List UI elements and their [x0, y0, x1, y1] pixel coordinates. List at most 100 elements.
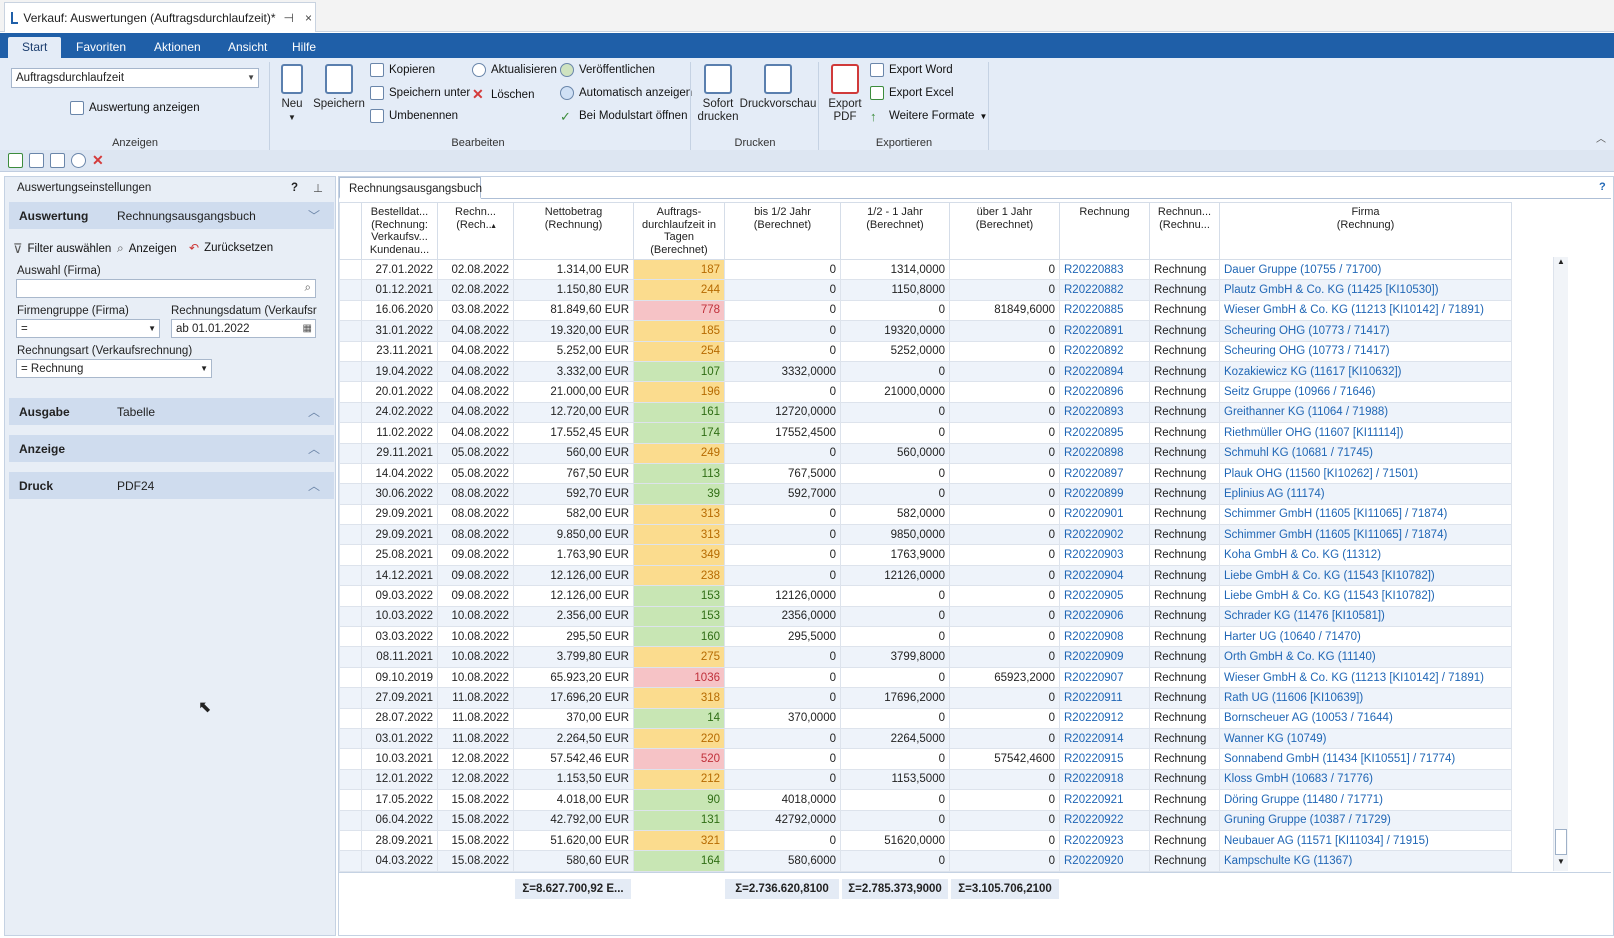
scroll-down-icon[interactable]: ▼: [1557, 857, 1565, 866]
row-indicator[interactable]: [339, 585, 362, 607]
invoice-number-link[interactable]: R20220920: [1059, 850, 1150, 872]
table-row[interactable]: 12.01.2022 12.08.2022 1.153,50 EUR 212 0 1153…: [339, 768, 1512, 791]
auto-show-button[interactable]: Automatisch anzeigen: [560, 86, 692, 100]
invoice-number-link[interactable]: R20220883: [1059, 258, 1150, 281]
tab-rechnungsausgangsbuch[interactable]: Rechnungsausgangsbuch: [339, 177, 482, 199]
section-auswertung[interactable]: Auswertung Rechnungsausgangsbuch ﹀: [9, 202, 334, 229]
table-row[interactable]: 03.03.2022 10.08.2022 295,50 EUR 160 295,500…: [339, 626, 1512, 648]
row-indicator[interactable]: [339, 524, 362, 546]
row-indicator[interactable]: [339, 789, 362, 811]
table-row[interactable]: 11.02.2022 04.08.2022 17.552,45 EUR 174 1755…: [339, 422, 1512, 444]
table-row[interactable]: 03.01.2022 11.08.2022 2.264,50 EUR 220 0 2264…: [339, 727, 1512, 750]
invoice-number-link[interactable]: R20220908: [1059, 626, 1150, 648]
company-link[interactable]: Döring Gruppe (11480 / 71771): [1219, 789, 1512, 811]
show-report-button[interactable]: Auswertung anzeigen: [70, 101, 200, 115]
row-indicator[interactable]: [339, 279, 362, 301]
row-indicator[interactable]: [339, 401, 362, 424]
invoice-number-link[interactable]: R20220893: [1059, 401, 1150, 424]
delete-icon[interactable]: ✕: [92, 152, 104, 169]
filter-button[interactable]: ⊽ Filter auswählen: [13, 241, 111, 257]
tab-hilfe[interactable]: Hilfe: [278, 37, 330, 58]
tab-favoriten[interactable]: Favoriten: [62, 37, 140, 58]
row-indicator[interactable]: [339, 299, 362, 322]
invoice-number-link[interactable]: R20220911: [1059, 687, 1150, 709]
table-row[interactable]: 14.12.2021 09.08.2022 12.126,00 EUR 238 0 121…: [339, 564, 1512, 587]
column-header[interactable]: bis 1/2 Jahr (Berechnet): [724, 202, 841, 260]
company-link[interactable]: Schmuhl KG (10681 / 71745): [1219, 442, 1512, 464]
invoice-number-link[interactable]: R20220885: [1059, 299, 1150, 322]
row-indicator[interactable]: [339, 687, 362, 709]
company-link[interactable]: Wanner KG (10749): [1219, 727, 1512, 750]
new-icon[interactable]: [8, 153, 23, 168]
pin-icon[interactable]: ⊥: [313, 181, 323, 195]
table-row[interactable]: 20.01.2022 04.08.2022 21.000,00 EUR 196 0 210…: [339, 381, 1512, 403]
invoice-number-link[interactable]: R20220891: [1059, 320, 1150, 342]
report-select[interactable]: Auftragsdurchlaufzeit ▼: [11, 68, 259, 88]
row-indicator[interactable]: [339, 707, 362, 729]
row-indicator[interactable]: [339, 626, 362, 648]
table-row[interactable]: 31.01.2022 04.08.2022 19.320,00 EUR 185 0 193…: [339, 320, 1512, 342]
publish-button[interactable]: Veröffentlichen: [560, 63, 655, 77]
help-icon[interactable]: ?: [291, 182, 298, 194]
invoice-number-link[interactable]: R20220892: [1059, 340, 1150, 362]
row-indicator[interactable]: [339, 340, 362, 362]
company-link[interactable]: Schrader KG (11476 [KI10581]): [1219, 605, 1512, 628]
invoice-number-link[interactable]: R20220903: [1059, 544, 1150, 566]
table-row[interactable]: 28.09.2021 15.08.2022 51.620,00 EUR 321 0 516…: [339, 829, 1512, 852]
company-link[interactable]: Schimmer GmbH (11605 [KI11065] / 71874): [1219, 503, 1512, 526]
export-excel-button[interactable]: Export Excel: [870, 86, 954, 100]
calendar-icon[interactable]: ▦: [303, 323, 312, 334]
column-header[interactable]: Rechn... (Rech... ▲: [437, 202, 514, 260]
export-word-button[interactable]: Export Word: [870, 63, 953, 77]
company-link[interactable]: Harter UG (10640 / 71470): [1219, 626, 1512, 648]
row-indicator[interactable]: [339, 422, 362, 444]
invoice-number-link[interactable]: R20220909: [1059, 646, 1150, 668]
company-link[interactable]: Eplinius AG (11174): [1219, 483, 1512, 505]
table-row[interactable]: 09.10.2019 10.08.2022 65.923,20 EUR 1036 0 0 6…: [339, 666, 1512, 689]
company-link[interactable]: Plautz GmbH & Co. KG (11425 [KI10530]): [1219, 279, 1512, 301]
company-link[interactable]: Orth GmbH & Co. KG (11140): [1219, 646, 1512, 668]
print-preview-button[interactable]: Druckvorschau: [740, 64, 816, 111]
table-row[interactable]: 09.03.2022 09.08.2022 12.126,00 EUR 153 1212…: [339, 585, 1512, 607]
invoice-number-link[interactable]: R20220915: [1059, 748, 1150, 770]
row-indicator[interactable]: [339, 503, 362, 526]
pin-icon[interactable]: ⊣: [281, 11, 297, 25]
table-row[interactable]: 29.11.2021 05.08.2022 560,00 EUR 249 0 560,00…: [339, 442, 1512, 464]
invoice-number-link[interactable]: R20220902: [1059, 524, 1150, 546]
table-row[interactable]: 29.09.2021 08.08.2022 582,00 EUR 313 0 582,00…: [339, 503, 1512, 526]
scroll-up-icon[interactable]: ▲: [1557, 257, 1565, 266]
invoice-number-link[interactable]: R20220923: [1059, 829, 1150, 852]
table-row[interactable]: 08.11.2021 10.08.2022 3.799,80 EUR 275 0 3799…: [339, 646, 1512, 668]
company-link[interactable]: Gruning Gruppe (10387 / 71729): [1219, 809, 1512, 831]
table-row[interactable]: 06.04.2022 15.08.2022 42.792,00 EUR 131 4279…: [339, 809, 1512, 831]
company-link[interactable]: Neubauer AG (11571 [KI11034] / 71915): [1219, 829, 1512, 852]
section-anzeige[interactable]: Anzeige ︿: [9, 435, 334, 462]
invoice-number-link[interactable]: R20220918: [1059, 768, 1150, 791]
invoice-number-link[interactable]: R20220898: [1059, 442, 1150, 464]
company-link[interactable]: Bornscheuer AG (10053 / 71644): [1219, 707, 1512, 729]
row-indicator[interactable]: [339, 809, 362, 831]
tab-aktionen[interactable]: Aktionen: [140, 37, 215, 58]
export-pdf-button[interactable]: Export PDF: [826, 64, 864, 124]
save-button[interactable]: Speichern: [313, 64, 365, 111]
column-header[interactable]: Auftrags-durchlaufzeit in Tagen (Berechnet…: [633, 202, 725, 260]
invoice-number-link[interactable]: R20220914: [1059, 727, 1150, 750]
more-formats-button[interactable]: ↑ Weitere Formate ▼: [870, 109, 987, 124]
invoice-number-link[interactable]: R20220899: [1059, 483, 1150, 505]
invoice-number-link[interactable]: R20220921: [1059, 789, 1150, 811]
invoice-number-link[interactable]: R20220882: [1059, 279, 1150, 301]
row-indicator[interactable]: [339, 258, 362, 281]
company-link[interactable]: Kampschulte KG (11367): [1219, 850, 1512, 872]
company-link[interactable]: Wieser GmbH & Co. KG (11213 [KI10142] / …: [1219, 666, 1512, 689]
table-row[interactable]: 14.04.2022 05.08.2022 767,50 EUR 113 767,500…: [339, 462, 1512, 485]
company-link[interactable]: Scheuring OHG (10773 / 71417): [1219, 320, 1512, 342]
row-indicator[interactable]: [339, 850, 362, 872]
row-indicator[interactable]: [339, 381, 362, 403]
table-row[interactable]: 17.05.2022 15.08.2022 4.018,00 EUR 90 4018,0…: [339, 789, 1512, 811]
table-row[interactable]: 19.04.2022 04.08.2022 3.332,00 EUR 107 3332,…: [339, 360, 1512, 383]
invoice-number-link[interactable]: R20220897: [1059, 462, 1150, 485]
rename-button[interactable]: Umbenennen: [370, 109, 458, 123]
company-link[interactable]: Riethmüller OHG (11607 [KI11114]): [1219, 422, 1512, 444]
row-indicator[interactable]: [339, 462, 362, 485]
section-ausgabe[interactable]: Ausgabe Tabelle ︿: [9, 398, 334, 425]
